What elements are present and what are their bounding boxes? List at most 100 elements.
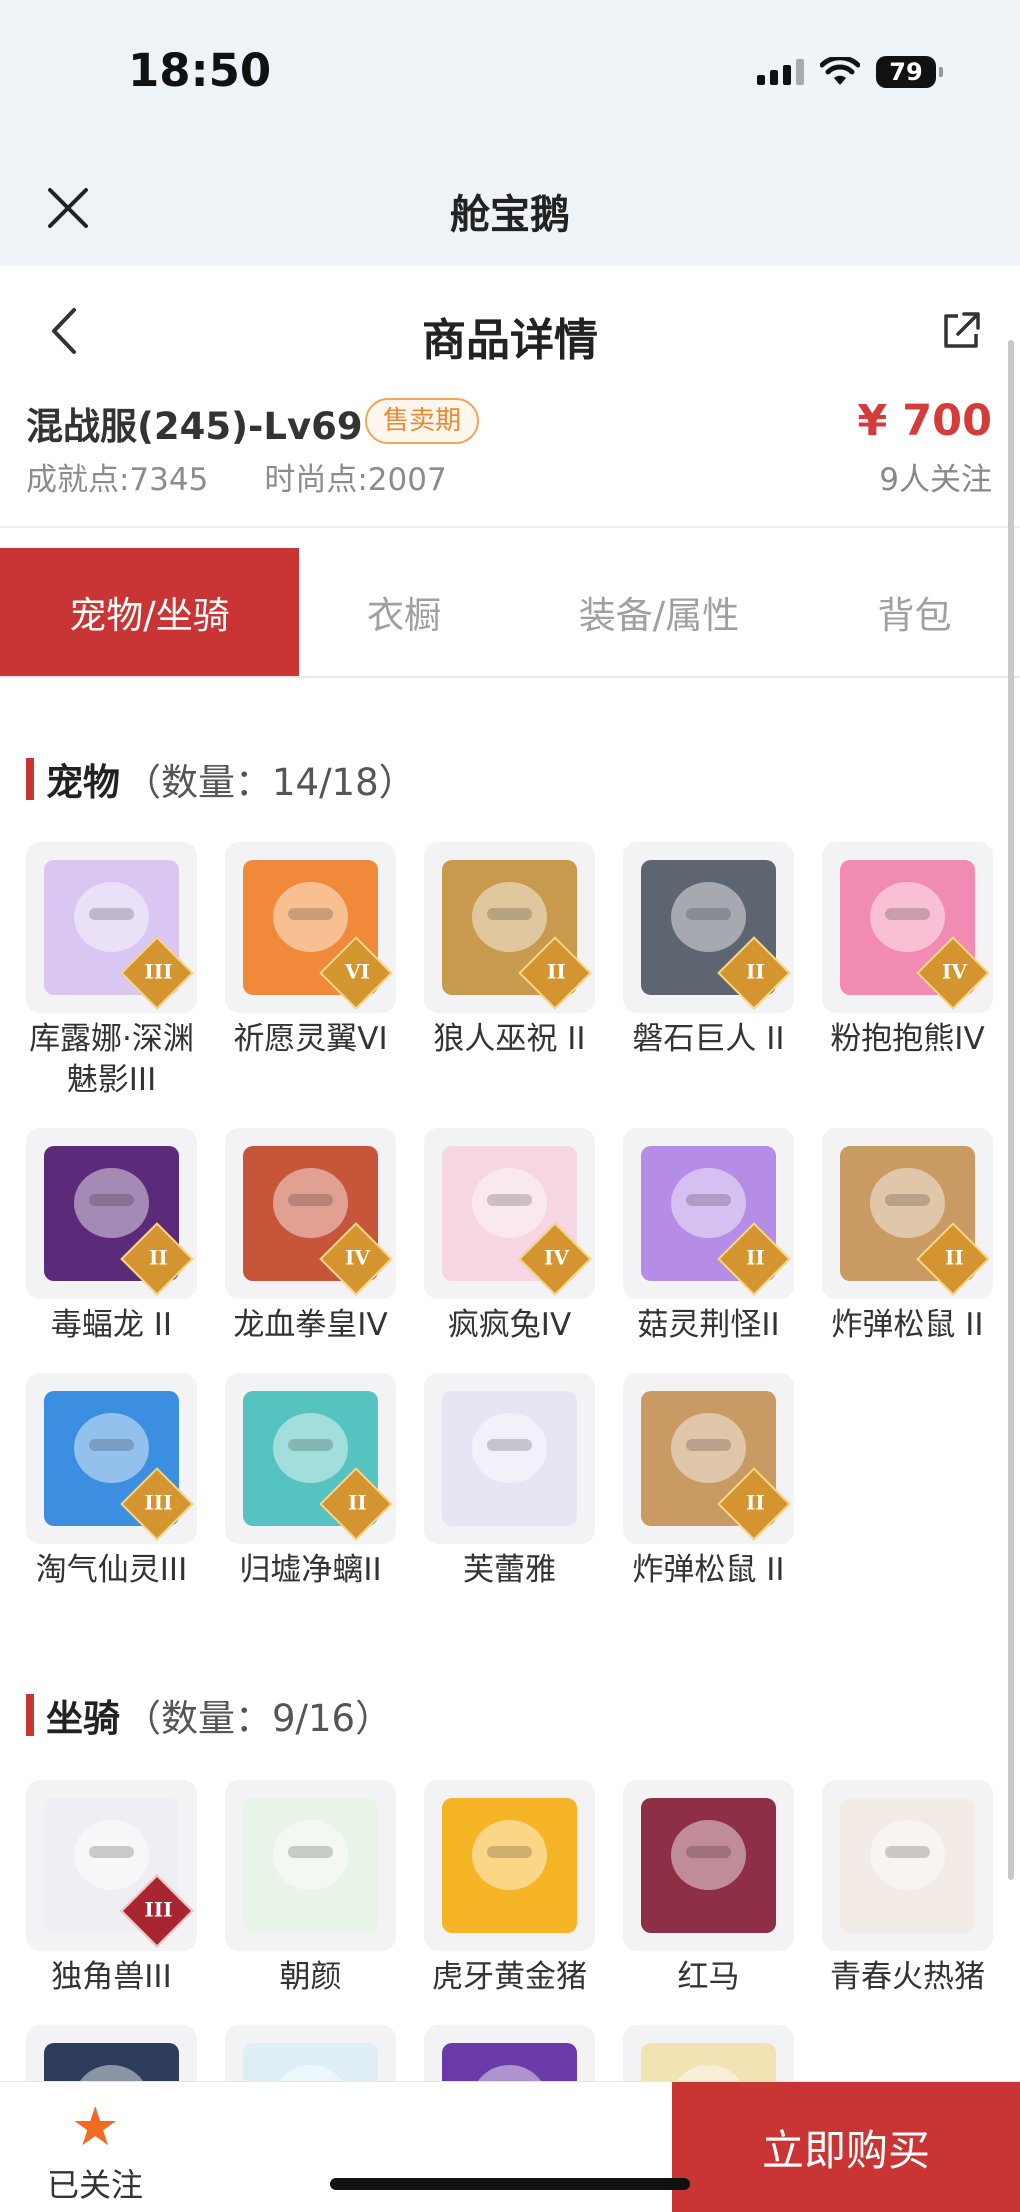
tab-bar: 宠物/坐骑 衣橱 装备/属性 背包 — [0, 548, 1020, 678]
mount-image — [641, 1798, 776, 1933]
pets-section-title: 宠物 （数量：14/18） — [26, 752, 416, 806]
pet-item[interactable]: III 淘气仙灵III — [26, 1373, 197, 1591]
bottom-action-bar: ★ 已关注 立即购买 — [0, 2081, 1020, 2212]
tab-wardrobe[interactable]: 衣橱 — [299, 548, 509, 676]
pet-item[interactable]: II 磐石巨人 II — [623, 842, 794, 1101]
pet-thumbnail: II — [623, 1373, 794, 1544]
scrollbar[interactable] — [1008, 340, 1014, 1880]
battery-icon: 79 — [876, 56, 943, 88]
pet-item[interactable]: II 炸弹松鼠 II — [822, 1128, 993, 1346]
mounts-title: 坐骑 — [46, 1697, 120, 1740]
pet-item[interactable]: II 菇灵荆怪II — [623, 1128, 794, 1346]
home-indicator — [330, 2178, 690, 2190]
pet-name: 疯疯兔IV — [447, 1307, 572, 1343]
mount-image — [442, 1798, 577, 1933]
mount-name: 虎牙黄金猪 — [432, 1959, 587, 1995]
listing-stats: 成就点:7345 时尚点:2007 — [26, 454, 447, 499]
pet-thumbnail: II — [623, 1128, 794, 1299]
tab-pets-mounts[interactable]: 宠物/坐骑 — [0, 548, 299, 676]
mount-name: 独角兽III — [51, 1959, 172, 1995]
wifi-icon — [820, 57, 860, 85]
pets-title: 宠物 — [46, 761, 120, 804]
share-icon[interactable] — [940, 310, 982, 352]
pet-name: 归墟净螭II — [239, 1552, 382, 1588]
follow-label: 已关注 — [46, 2166, 143, 2204]
pet-thumbnail: III — [26, 1373, 197, 1544]
pet-name: 淘气仙灵III — [35, 1552, 188, 1588]
star-icon: ★ — [71, 2095, 120, 2158]
pet-item[interactable]: II 归墟净螭II — [225, 1373, 396, 1591]
tab-equipment[interactable]: 装备/属性 — [509, 548, 809, 676]
mount-item[interactable]: 朝颜 — [225, 1780, 396, 1998]
pet-thumbnail: II — [225, 1373, 396, 1544]
mount-name: 青春火热猪 — [830, 1959, 985, 1995]
price: ¥ 700 — [857, 396, 992, 446]
pet-item[interactable]: II 狼人巫祝 II — [424, 842, 595, 1101]
pet-image — [442, 1391, 577, 1526]
pet-item[interactable]: IV 疯疯兔IV — [424, 1128, 595, 1346]
pet-thumbnail: II — [26, 1128, 197, 1299]
status-time: 18:50 — [128, 44, 272, 97]
pet-thumbnail: II — [424, 842, 595, 1013]
pet-item[interactable]: 芙蕾雅 — [424, 1373, 595, 1591]
pet-name: 炸弹松鼠 II — [632, 1552, 785, 1588]
mount-image — [243, 1798, 378, 1933]
pet-item[interactable]: II 炸弹松鼠 II — [623, 1373, 794, 1591]
tab-backpack[interactable]: 背包 — [809, 548, 1020, 676]
fashion-points: 时尚点:2007 — [264, 462, 447, 498]
pet-name: 粉抱抱熊IV — [830, 1021, 985, 1057]
pet-name: 毒蝠龙 II — [50, 1307, 173, 1343]
pet-name: 菇灵荆怪II — [637, 1307, 780, 1343]
mount-thumbnail — [225, 1780, 396, 1951]
app-topbar: 舱宝鹅 — [0, 150, 1020, 267]
follower-count: 9人关注 — [879, 462, 992, 498]
listing-info: 混战服(245)-Lv69 售卖期 成就点:7345 时尚点:2007 ¥ 700… — [0, 396, 1020, 528]
pet-thumbnail: II — [623, 842, 794, 1013]
pet-item[interactable]: II 毒蝠龙 II — [26, 1128, 197, 1346]
mount-thumbnail — [623, 1780, 794, 1951]
pet-name: 龙血拳皇IV — [233, 1307, 388, 1343]
mount-thumbnail — [822, 1780, 993, 1951]
pet-thumbnail: IV — [424, 1128, 595, 1299]
mounts-section-title: 坐骑 （数量：9/16） — [26, 1688, 392, 1742]
mount-item[interactable]: III 独角兽III — [26, 1780, 197, 1998]
status-bar: 18:50 79 — [0, 0, 1020, 150]
mount-item[interactable]: 青春火热猪 — [822, 1780, 993, 1998]
pet-thumbnail: II — [822, 1128, 993, 1299]
page-navbar: 商品详情 — [0, 266, 1020, 396]
pet-name: 狼人巫祝 II — [433, 1021, 586, 1057]
achievement-points: 成就点:7345 — [26, 462, 209, 498]
cellular-signal-icon — [757, 59, 804, 85]
pet-thumbnail: IV — [822, 842, 993, 1013]
pet-item[interactable]: IV 粉抱抱熊IV — [822, 842, 993, 1101]
mount-thumbnail: III — [26, 1780, 197, 1951]
pet-name: 祈愿灵翼VI — [233, 1021, 388, 1057]
pet-name: 磐石巨人 II — [632, 1021, 785, 1057]
mounts-count: （数量：9/16） — [124, 1697, 393, 1740]
mount-item[interactable]: 红马 — [623, 1780, 794, 1998]
mount-item[interactable]: 虎牙黄金猪 — [424, 1780, 595, 1998]
status-icons: 79 — [757, 56, 943, 88]
mount-thumbnail — [424, 1780, 595, 1951]
pet-thumbnail — [424, 1373, 595, 1544]
status-badge: 售卖期 — [365, 398, 480, 444]
server-level: 混战服(245)-Lv69 — [26, 405, 363, 448]
pet-name: 库露娜·深渊魅影III — [29, 1021, 194, 1098]
pet-item[interactable]: IV 龙血拳皇IV — [225, 1128, 396, 1346]
page-title: 商品详情 — [422, 315, 598, 366]
mount-name: 红马 — [677, 1959, 740, 1995]
pet-name: 芙蕾雅 — [463, 1552, 556, 1588]
pet-thumbnail: VI — [225, 842, 396, 1013]
mount-name: 朝颜 — [279, 1959, 342, 1995]
pet-thumbnail: IV — [225, 1128, 396, 1299]
app-title: 舱宝鹅 — [450, 192, 570, 238]
buy-now-button[interactable]: 立即购买 — [672, 2082, 1020, 2212]
pet-item[interactable]: VI 祈愿灵翼VI — [225, 842, 396, 1101]
follow-button[interactable]: ★ 已关注 — [0, 2082, 190, 2212]
pet-name: 炸弹松鼠 II — [831, 1307, 984, 1343]
pet-item[interactable]: III 库露娜·深渊魅影III — [26, 842, 197, 1101]
pet-thumbnail: III — [26, 842, 197, 1013]
pet-grid: III 库露娜·深渊魅影III VI 祈愿灵翼VI II 狼人巫祝 II II 磐石巨人 II… — [26, 842, 993, 1591]
mount-image — [840, 1798, 975, 1933]
pets-count: （数量：14/18） — [124, 761, 416, 804]
